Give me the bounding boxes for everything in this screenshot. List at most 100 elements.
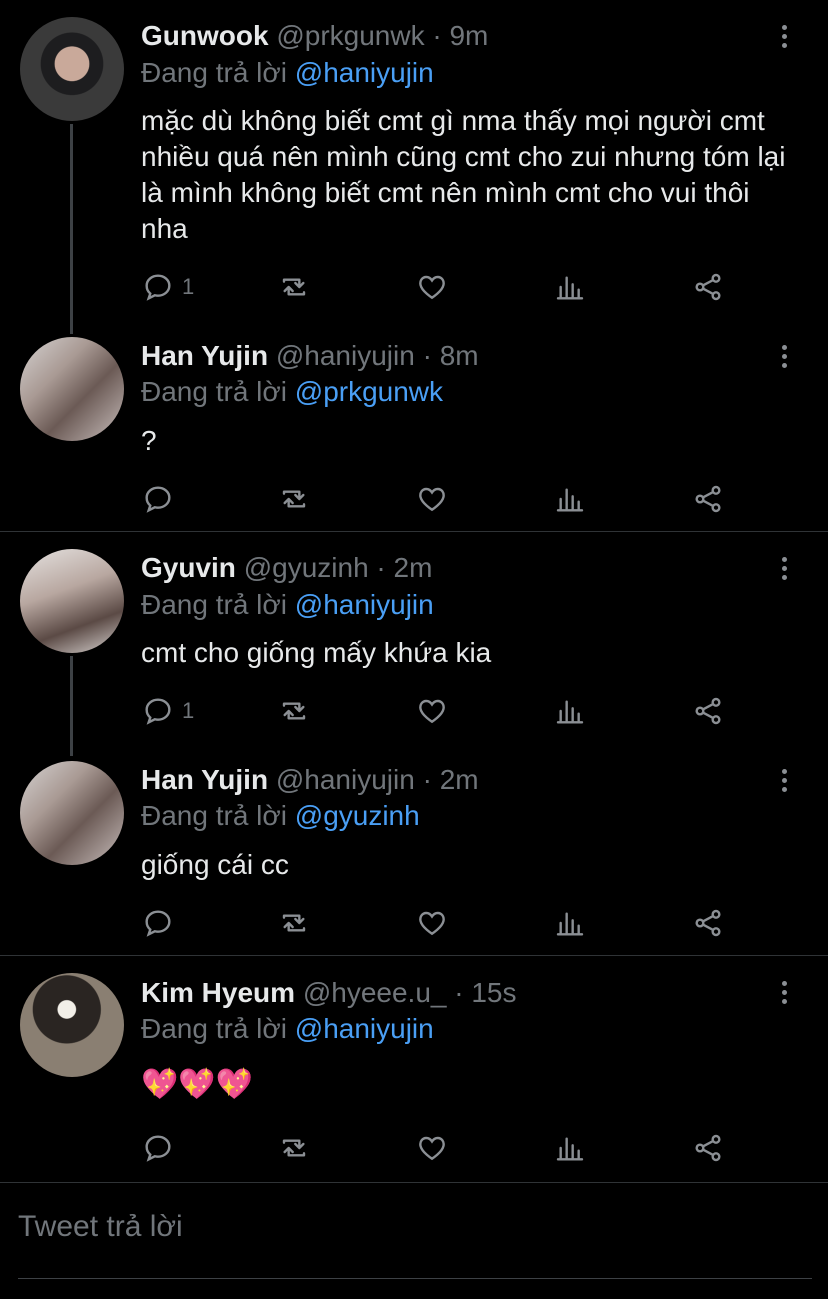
display-name[interactable]: Gyuvin bbox=[141, 552, 236, 583]
more-icon[interactable] bbox=[778, 981, 792, 1008]
tweet[interactable]: Gunwook @prkgunwk · 9m Đang trả lời @han… bbox=[0, 0, 828, 334]
avatar[interactable] bbox=[20, 761, 124, 865]
reply-icon bbox=[145, 486, 171, 513]
replying-to-label: Đang trả lời bbox=[141, 1013, 287, 1044]
handle[interactable]: @gyuzinh bbox=[244, 552, 369, 583]
reply-button[interactable] bbox=[142, 903, 182, 943]
reply-button[interactable]: 1 bbox=[142, 267, 194, 307]
tweet-header: Han Yujin @haniyujin · 8m bbox=[141, 338, 479, 374]
timestamp[interactable]: 9m bbox=[449, 20, 488, 51]
mention-link[interactable]: @haniyujin bbox=[295, 1013, 434, 1044]
tweet-header: Gyuvin @gyuzinh · 2m bbox=[141, 550, 432, 586]
more-icon[interactable] bbox=[778, 25, 792, 52]
action-bar bbox=[0, 1128, 828, 1168]
replying-to: Đang trả lời @prkgunwk bbox=[141, 374, 443, 410]
action-bar bbox=[0, 479, 828, 519]
handle[interactable]: @haniyujin bbox=[276, 764, 415, 795]
retweet-icon bbox=[282, 490, 306, 508]
retweet-button[interactable] bbox=[278, 267, 310, 307]
separator-dot: · bbox=[376, 552, 386, 583]
reply-count: 1 bbox=[182, 698, 195, 723]
replying-to: Đang trả lời @haniyujin bbox=[141, 1011, 434, 1047]
reply-button[interactable] bbox=[142, 479, 182, 519]
reply-button[interactable] bbox=[142, 1128, 182, 1168]
mention-link[interactable]: @haniyujin bbox=[295, 57, 434, 88]
like-button[interactable] bbox=[416, 1128, 448, 1168]
separator-dot: · bbox=[432, 20, 442, 51]
reply-icon bbox=[145, 910, 171, 937]
heart-icon bbox=[419, 275, 445, 300]
tweet[interactable]: Gyuvin @gyuzinh · 2m Đang trả lời @haniy… bbox=[0, 532, 828, 756]
analytics-button[interactable] bbox=[554, 479, 586, 519]
more-icon[interactable] bbox=[778, 345, 792, 372]
retweet-button[interactable] bbox=[278, 903, 310, 943]
more-icon[interactable] bbox=[778, 557, 792, 584]
display-name[interactable]: Han Yujin bbox=[141, 340, 268, 371]
like-button[interactable] bbox=[416, 691, 448, 731]
reply-button[interactable]: 1 bbox=[142, 691, 194, 731]
action-bar: 1 bbox=[0, 691, 828, 731]
analytics-button[interactable] bbox=[554, 1128, 586, 1168]
tweet[interactable]: Han Yujin @haniyujin · 8m Đang trả lời @… bbox=[0, 330, 828, 530]
share-button[interactable] bbox=[692, 691, 724, 731]
display-name[interactable]: Han Yujin bbox=[141, 764, 268, 795]
share-icon bbox=[695, 909, 721, 937]
heart-icon bbox=[419, 1136, 445, 1161]
analytics-icon bbox=[556, 1137, 584, 1161]
analytics-button[interactable] bbox=[554, 903, 586, 943]
share-button[interactable] bbox=[692, 1128, 724, 1168]
more-icon[interactable] bbox=[778, 769, 792, 796]
display-name[interactable]: Gunwook bbox=[141, 20, 269, 51]
tweet-header: Gunwook @prkgunwk · 9m bbox=[141, 18, 488, 54]
analytics-icon bbox=[556, 912, 584, 936]
tweet[interactable]: Han Yujin @haniyujin · 2m Đang trả lời @… bbox=[0, 752, 828, 952]
like-button[interactable] bbox=[416, 267, 448, 307]
handle[interactable]: @hyeee.u_ bbox=[303, 977, 447, 1008]
analytics-button[interactable] bbox=[554, 267, 586, 307]
tweet-text: cmt cho giống mấy khứa kia bbox=[141, 637, 492, 668]
share-button[interactable] bbox=[692, 267, 724, 307]
retweet-icon bbox=[282, 1139, 306, 1157]
replying-to: Đang trả lời @gyuzinh bbox=[141, 798, 420, 834]
share-button[interactable] bbox=[692, 479, 724, 519]
timestamp[interactable]: 2m bbox=[440, 764, 479, 795]
share-button[interactable] bbox=[692, 903, 724, 943]
tweet-text: mặc dù không biết cmt gì nma thấy mọi ng… bbox=[141, 105, 786, 244]
avatar[interactable] bbox=[20, 549, 124, 653]
like-button[interactable] bbox=[416, 479, 448, 519]
analytics-icon bbox=[556, 488, 584, 512]
handle[interactable]: @prkgunwk bbox=[276, 20, 424, 51]
avatar[interactable] bbox=[20, 973, 124, 1077]
separator-dot: · bbox=[454, 977, 464, 1008]
tweet-header: Han Yujin @haniyujin · 2m bbox=[141, 762, 479, 798]
timestamp[interactable]: 15s bbox=[471, 977, 516, 1008]
reply-icon bbox=[145, 274, 171, 301]
replying-to-label: Đang trả lời bbox=[141, 800, 287, 831]
timestamp[interactable]: 2m bbox=[394, 552, 433, 583]
tweet-text: ? bbox=[141, 425, 157, 456]
avatar[interactable] bbox=[20, 17, 124, 121]
retweet-button[interactable] bbox=[278, 691, 310, 731]
tweet-text: giống cái cc bbox=[141, 849, 289, 880]
action-bar: 1 bbox=[0, 267, 828, 307]
avatar[interactable] bbox=[20, 337, 124, 441]
mention-link[interactable]: @prkgunwk bbox=[295, 376, 443, 407]
retweet-icon bbox=[282, 914, 306, 932]
separator-dot: · bbox=[422, 764, 432, 795]
retweet-button[interactable] bbox=[278, 479, 310, 519]
timestamp[interactable]: 8m bbox=[440, 340, 479, 371]
reply-input[interactable]: Tweet trả lời bbox=[18, 1210, 183, 1244]
share-icon bbox=[695, 273, 721, 301]
display-name[interactable]: Kim Hyeum bbox=[141, 977, 295, 1008]
tweet[interactable]: Kim Hyeum @hyeee.u_ · 15s Đang trả lời @… bbox=[0, 956, 828, 1181]
analytics-icon bbox=[556, 276, 584, 300]
reply-count: 1 bbox=[182, 274, 195, 299]
handle[interactable]: @haniyujin bbox=[276, 340, 415, 371]
mention-link[interactable]: @haniyujin bbox=[295, 589, 434, 620]
like-button[interactable] bbox=[416, 903, 448, 943]
mention-link[interactable]: @gyuzinh bbox=[295, 800, 420, 831]
reply-icon bbox=[145, 1135, 171, 1162]
analytics-button[interactable] bbox=[554, 691, 586, 731]
tweet-header: Kim Hyeum @hyeee.u_ · 15s bbox=[141, 975, 517, 1011]
retweet-button[interactable] bbox=[278, 1128, 310, 1168]
